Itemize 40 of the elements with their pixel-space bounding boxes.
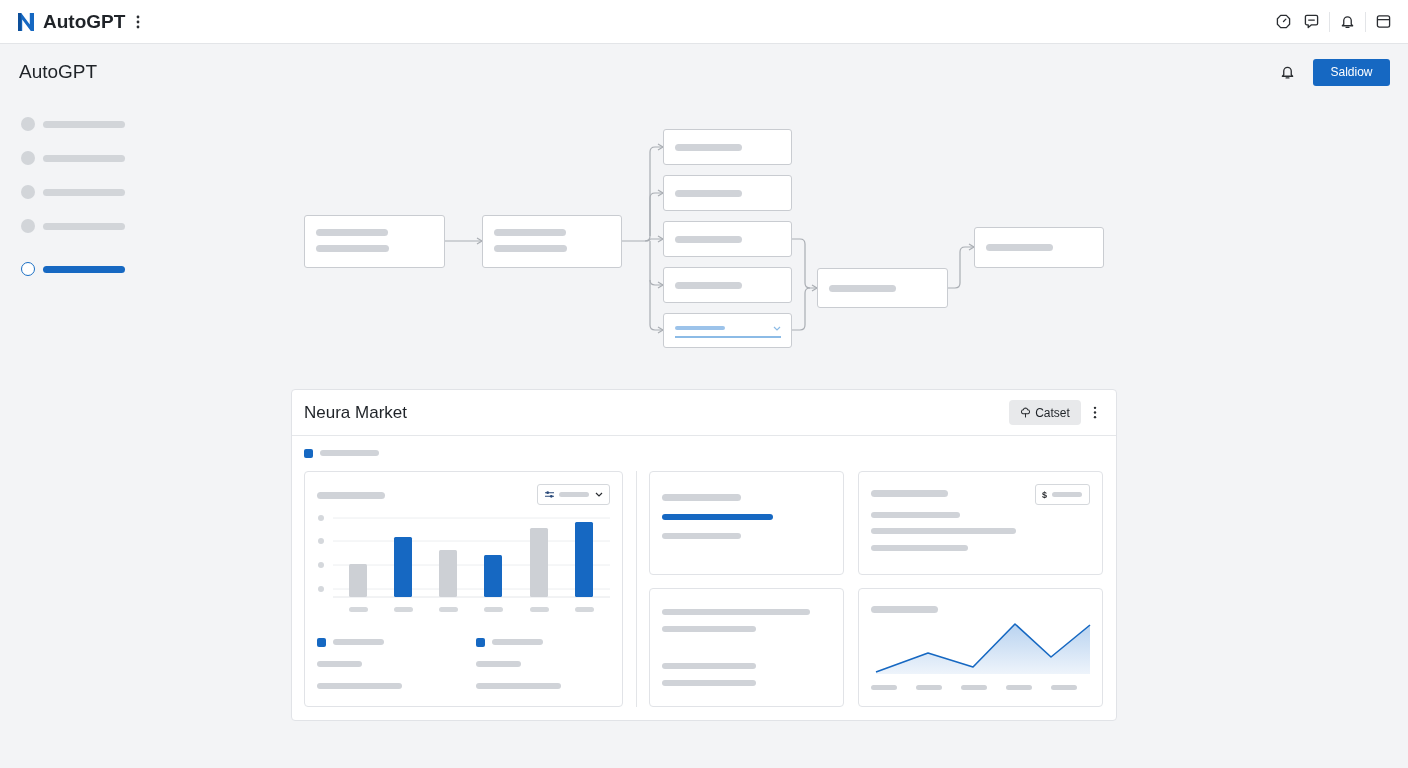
dot-icon[interactable]: [21, 151, 35, 165]
more-icon[interactable]: [136, 14, 141, 29]
ring-icon[interactable]: [21, 262, 35, 276]
legend-swatch-icon: [476, 637, 485, 647]
placeholder-line: [559, 492, 589, 497]
dot-icon[interactable]: [21, 185, 35, 199]
placeholder-line: [1052, 492, 1082, 497]
logo-icon: [17, 11, 35, 32]
card-title: Neura Market: [304, 402, 407, 423]
primary-button[interactable]: Saldiow: [1313, 58, 1390, 86]
legend-swatch-icon: [304, 448, 313, 458]
secondary-button[interactable]: Catset: [1009, 400, 1081, 425]
placeholder-line: [317, 661, 362, 667]
flow-node[interactable]: [974, 227, 1104, 268]
placeholder-line: [986, 244, 1053, 251]
placeholder-line: [476, 661, 521, 667]
clock-icon[interactable]: [1276, 14, 1291, 29]
chevron-icon: [595, 492, 603, 497]
tree-icon: [1020, 407, 1032, 418]
sliders-icon: [544, 490, 555, 499]
bell-icon[interactable]: [1340, 14, 1355, 29]
page-title: AutoGPT: [19, 61, 98, 83]
placeholder-line: [320, 450, 379, 456]
filter-dropdown[interactable]: [537, 484, 610, 505]
currency-symbol: $: [1042, 489, 1047, 500]
flow-node[interactable]: [304, 215, 445, 268]
dot-icon[interactable]: [21, 219, 35, 233]
bell-icon[interactable]: [1280, 64, 1295, 80]
placeholder-line: [316, 229, 388, 236]
legend-swatch-icon: [317, 637, 326, 647]
chat-icon[interactable]: [1304, 14, 1319, 29]
app-name: AutoGPT: [43, 10, 126, 33]
window-icon[interactable]: [1376, 14, 1391, 29]
price-field[interactable]: $: [1035, 484, 1090, 505]
placeholder-line: [317, 492, 385, 499]
more-icon[interactable]: [1093, 406, 1097, 419]
placeholder-line: [871, 606, 938, 613]
dot-icon[interactable]: [21, 117, 35, 131]
placeholder-line: [492, 639, 543, 645]
placeholder-line: [333, 639, 384, 645]
